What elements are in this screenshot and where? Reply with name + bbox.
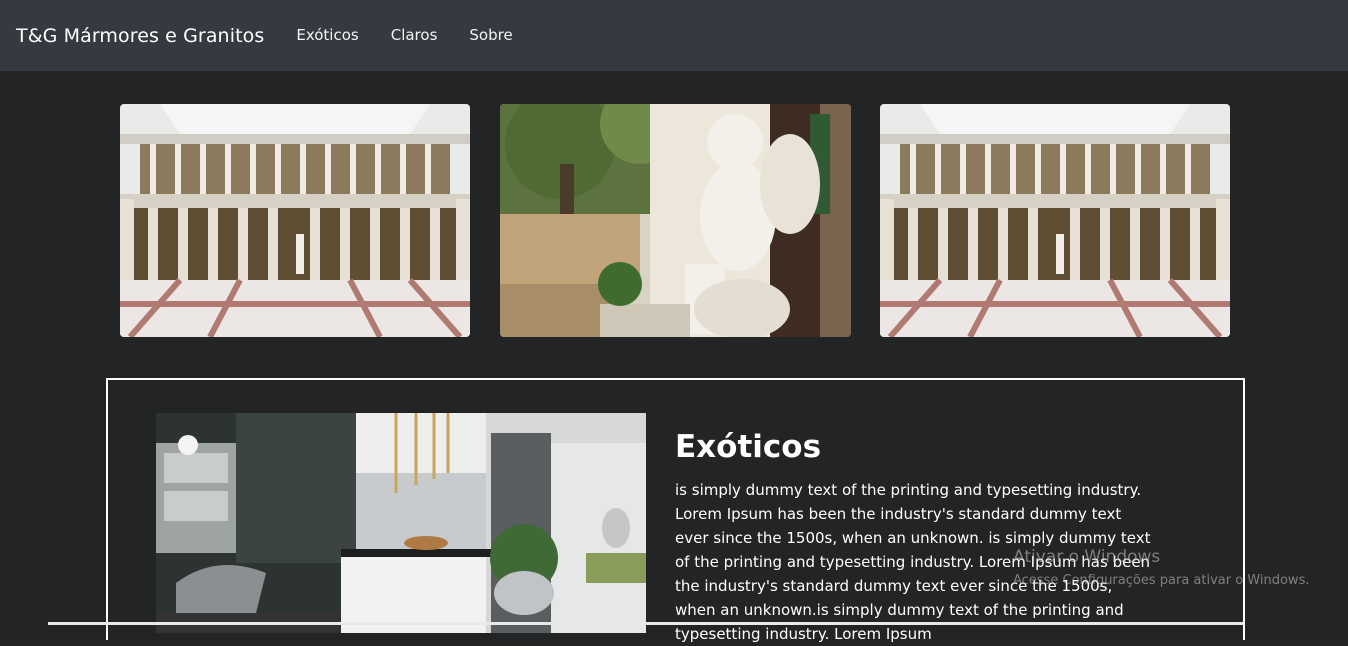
feature-title: Exóticos (675, 429, 822, 465)
feature-card-exoticos: Exóticos is simply dummy text of the pri… (106, 378, 1245, 643)
navbar: T&G Mármores e Granitos Exóticos Claros … (0, 0, 1348, 71)
nav-link-sobre[interactable]: Sobre (453, 26, 528, 44)
feature-description: is simply dummy text of the printing and… (675, 481, 1151, 643)
nav-link-claros[interactable]: Claros (375, 26, 454, 44)
gallery-image-angel-statue[interactable] (500, 104, 851, 337)
nav-links: Exóticos Claros Sobre (280, 26, 528, 44)
gallery-image-marble-hall-1[interactable] (120, 104, 470, 337)
feature-image-kitchen (156, 413, 646, 633)
gallery-image-marble-hall-2[interactable] (880, 104, 1230, 337)
nav-link-exoticos[interactable]: Exóticos (280, 26, 374, 44)
brand-link[interactable]: T&G Mármores e Granitos (16, 25, 264, 47)
